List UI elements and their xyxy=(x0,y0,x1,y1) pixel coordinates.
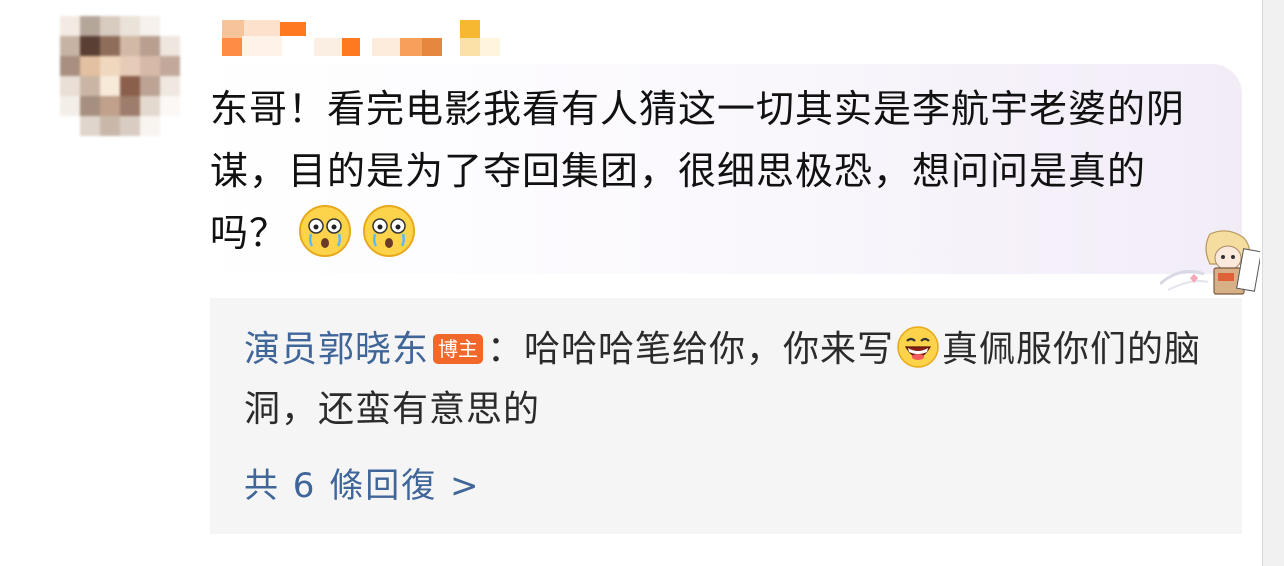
comment-body: 东哥！看完电影我看有人猜这一切其实是李航宇老婆的阴谋，目的是为了夺回集团，很细思… xyxy=(210,87,1186,255)
comment-text: 东哥！看完电影我看有人猜这一切其实是李航宇老婆的阴谋，目的是为了夺回集团，很细思… xyxy=(210,78,1200,264)
reply-text: 演员郭晓东 博主 ：哈哈哈笔给你，你来写 真佩服你们的脑洞，还蛮有意思的 xyxy=(244,320,1204,440)
blogger-name-link[interactable]: 演员郭晓东 xyxy=(244,329,429,370)
scrollbar-edge xyxy=(1262,0,1284,566)
username-pixelated[interactable] xyxy=(222,20,502,58)
shocked-crying-emoji-icon xyxy=(363,205,416,257)
anime-character-sticker-icon xyxy=(1160,230,1260,295)
view-all-replies-link[interactable]: 共 6 條回復 > xyxy=(244,462,481,510)
reply-colon: ： xyxy=(487,329,525,370)
avatar[interactable] xyxy=(60,16,180,136)
blogger-badge: 博主 xyxy=(433,334,484,364)
reply-text-part1: 哈哈哈笔给你，你来写 xyxy=(524,329,895,370)
grinning-emoji-icon xyxy=(897,326,939,368)
shocked-crying-emoji-icon xyxy=(299,205,352,257)
